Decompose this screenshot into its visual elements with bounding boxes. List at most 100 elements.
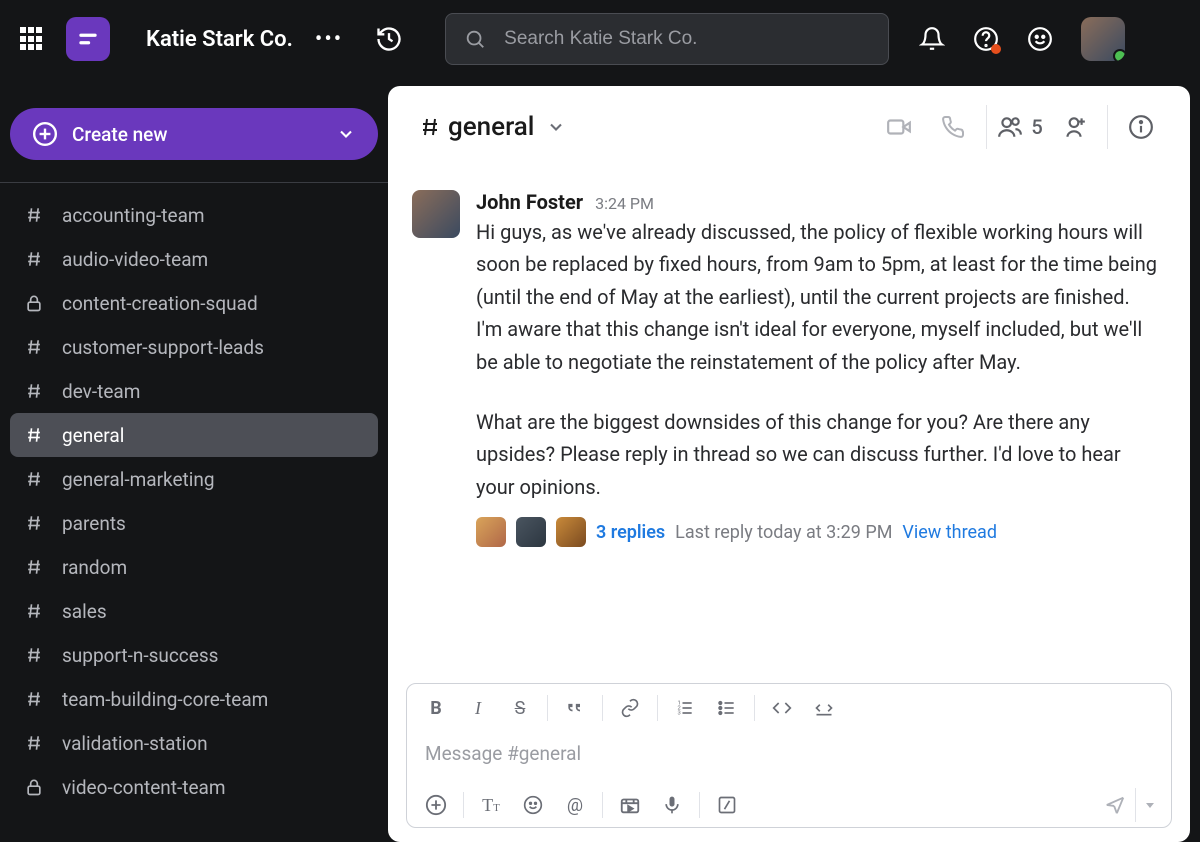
channel-label: validation-station: [62, 732, 208, 755]
workspace-name[interactable]: Katie Stark Co.: [146, 27, 293, 52]
replier-avatar: [476, 517, 506, 547]
channel-item-general-marketing[interactable]: general-marketing: [10, 457, 378, 501]
link-button[interactable]: [609, 690, 651, 726]
message-author[interactable]: John Foster: [476, 190, 583, 214]
hash-icon: [24, 689, 44, 709]
channel-item-audio-video-team[interactable]: audio-video-team: [10, 237, 378, 281]
channel-item-validation-station[interactable]: validation-station: [10, 721, 378, 765]
channel-item-video-content-team[interactable]: video-content-team: [10, 765, 378, 809]
channel-item-customer-support-leads[interactable]: customer-support-leads: [10, 325, 378, 369]
channel-label: general-marketing: [62, 468, 215, 491]
emoji-picker-button[interactable]: [512, 787, 554, 823]
send-button[interactable]: [1095, 788, 1135, 822]
chat-panel: general 5: [388, 86, 1190, 842]
history-button[interactable]: [375, 25, 403, 53]
unordered-list-button[interactable]: [706, 690, 748, 726]
codeblock-icon: [814, 698, 834, 718]
help-badge: [991, 44, 1001, 54]
smile-icon: [523, 795, 543, 815]
hash-icon: [24, 557, 44, 577]
notifications-button[interactable]: [919, 26, 945, 52]
code-block-button[interactable]: [803, 690, 845, 726]
video-clip-icon: [619, 794, 641, 816]
message-text: Hi guys, as we've already discussed, the…: [476, 216, 1160, 503]
composer: B I S 123: [406, 683, 1172, 828]
channel-item-team-building-core-team[interactable]: team-building-core-team: [10, 677, 378, 721]
create-new-label: Create new: [72, 123, 167, 146]
info-icon: [1128, 114, 1154, 140]
format-toggle-button[interactable]: TT: [470, 787, 512, 823]
channel-item-accounting-team[interactable]: accounting-team: [10, 193, 378, 237]
add-member-button[interactable]: [1047, 107, 1101, 147]
hash-icon: [24, 381, 44, 401]
italic-button[interactable]: I: [457, 690, 499, 726]
quote-button[interactable]: [554, 690, 596, 726]
video-call-button[interactable]: [872, 107, 926, 147]
help-button[interactable]: [973, 26, 999, 52]
hash-icon: [24, 733, 44, 753]
search-icon: [464, 28, 486, 50]
thread-summary[interactable]: 3 replies Last reply today at 3:29 PM Vi…: [476, 517, 1160, 547]
search-bar[interactable]: [445, 13, 889, 65]
hash-icon: [24, 425, 44, 445]
audio-clip-button[interactable]: [651, 787, 693, 823]
add-person-icon: [1061, 114, 1087, 140]
hash-icon: [24, 601, 44, 621]
video-icon: [886, 114, 912, 140]
composer-input[interactable]: Message #general: [407, 728, 1171, 783]
bold-button[interactable]: B: [415, 690, 457, 726]
hash-icon: [24, 205, 44, 225]
channel-label: customer-support-leads: [62, 336, 264, 359]
mention-button[interactable]: @: [554, 787, 596, 823]
mic-icon: [662, 795, 682, 815]
channel-label: support-n-success: [62, 644, 218, 667]
channel-title[interactable]: general: [418, 112, 566, 142]
code-button[interactable]: [761, 690, 803, 726]
channel-list: accounting-teamaudio-video-teamcontent-c…: [10, 193, 378, 809]
channel-item-content-creation-squad[interactable]: content-creation-squad: [10, 281, 378, 325]
emoji-button[interactable]: [1027, 26, 1053, 52]
members-button[interactable]: 5: [993, 107, 1047, 147]
svg-text:3: 3: [678, 711, 681, 717]
channel-item-general[interactable]: general: [10, 413, 378, 457]
hash-icon: [24, 645, 44, 665]
audio-call-button[interactable]: [926, 107, 980, 147]
user-avatar[interactable]: [1081, 17, 1125, 61]
send-icon: [1104, 794, 1126, 816]
channel-info-button[interactable]: [1114, 107, 1168, 147]
attach-button[interactable]: [415, 787, 457, 823]
plus-circle-icon: [425, 794, 447, 816]
sidebar-divider: [0, 182, 388, 183]
create-new-button[interactable]: Create new: [10, 108, 378, 160]
channel-item-dev-team[interactable]: dev-team: [10, 369, 378, 413]
shortcuts-button[interactable]: [706, 787, 748, 823]
message-avatar[interactable]: [412, 190, 460, 238]
video-clip-button[interactable]: [609, 787, 651, 823]
hash-icon: [24, 249, 44, 269]
app-logo[interactable]: [66, 17, 110, 61]
lock-icon: [24, 293, 44, 313]
channel-label: sales: [62, 600, 107, 623]
code-icon: [772, 698, 792, 718]
chevron-down-icon: [546, 117, 566, 137]
bell-icon: [919, 26, 945, 52]
topbar: Katie Stark Co. •••: [0, 0, 1200, 78]
replies-count[interactable]: 3 replies: [596, 522, 665, 543]
strikethrough-button[interactable]: S: [499, 690, 541, 726]
channel-item-parents[interactable]: parents: [10, 501, 378, 545]
search-input[interactable]: [504, 28, 870, 50]
view-thread-link[interactable]: View thread: [902, 522, 997, 543]
channel-item-sales[interactable]: sales: [10, 589, 378, 633]
send-options-button[interactable]: [1135, 788, 1163, 822]
channel-item-support-n-success[interactable]: support-n-success: [10, 633, 378, 677]
replier-avatar: [516, 517, 546, 547]
caret-down-icon: [1144, 799, 1156, 811]
chat-logo-icon: [75, 26, 101, 52]
apps-menu-button[interactable]: [20, 27, 44, 51]
channel-label: dev-team: [62, 380, 140, 403]
presence-indicator: [1113, 49, 1125, 61]
workspace-menu-button[interactable]: •••: [315, 27, 343, 52]
channel-item-random[interactable]: random: [10, 545, 378, 589]
chat-header: general 5: [388, 86, 1190, 168]
ordered-list-button[interactable]: 123: [664, 690, 706, 726]
